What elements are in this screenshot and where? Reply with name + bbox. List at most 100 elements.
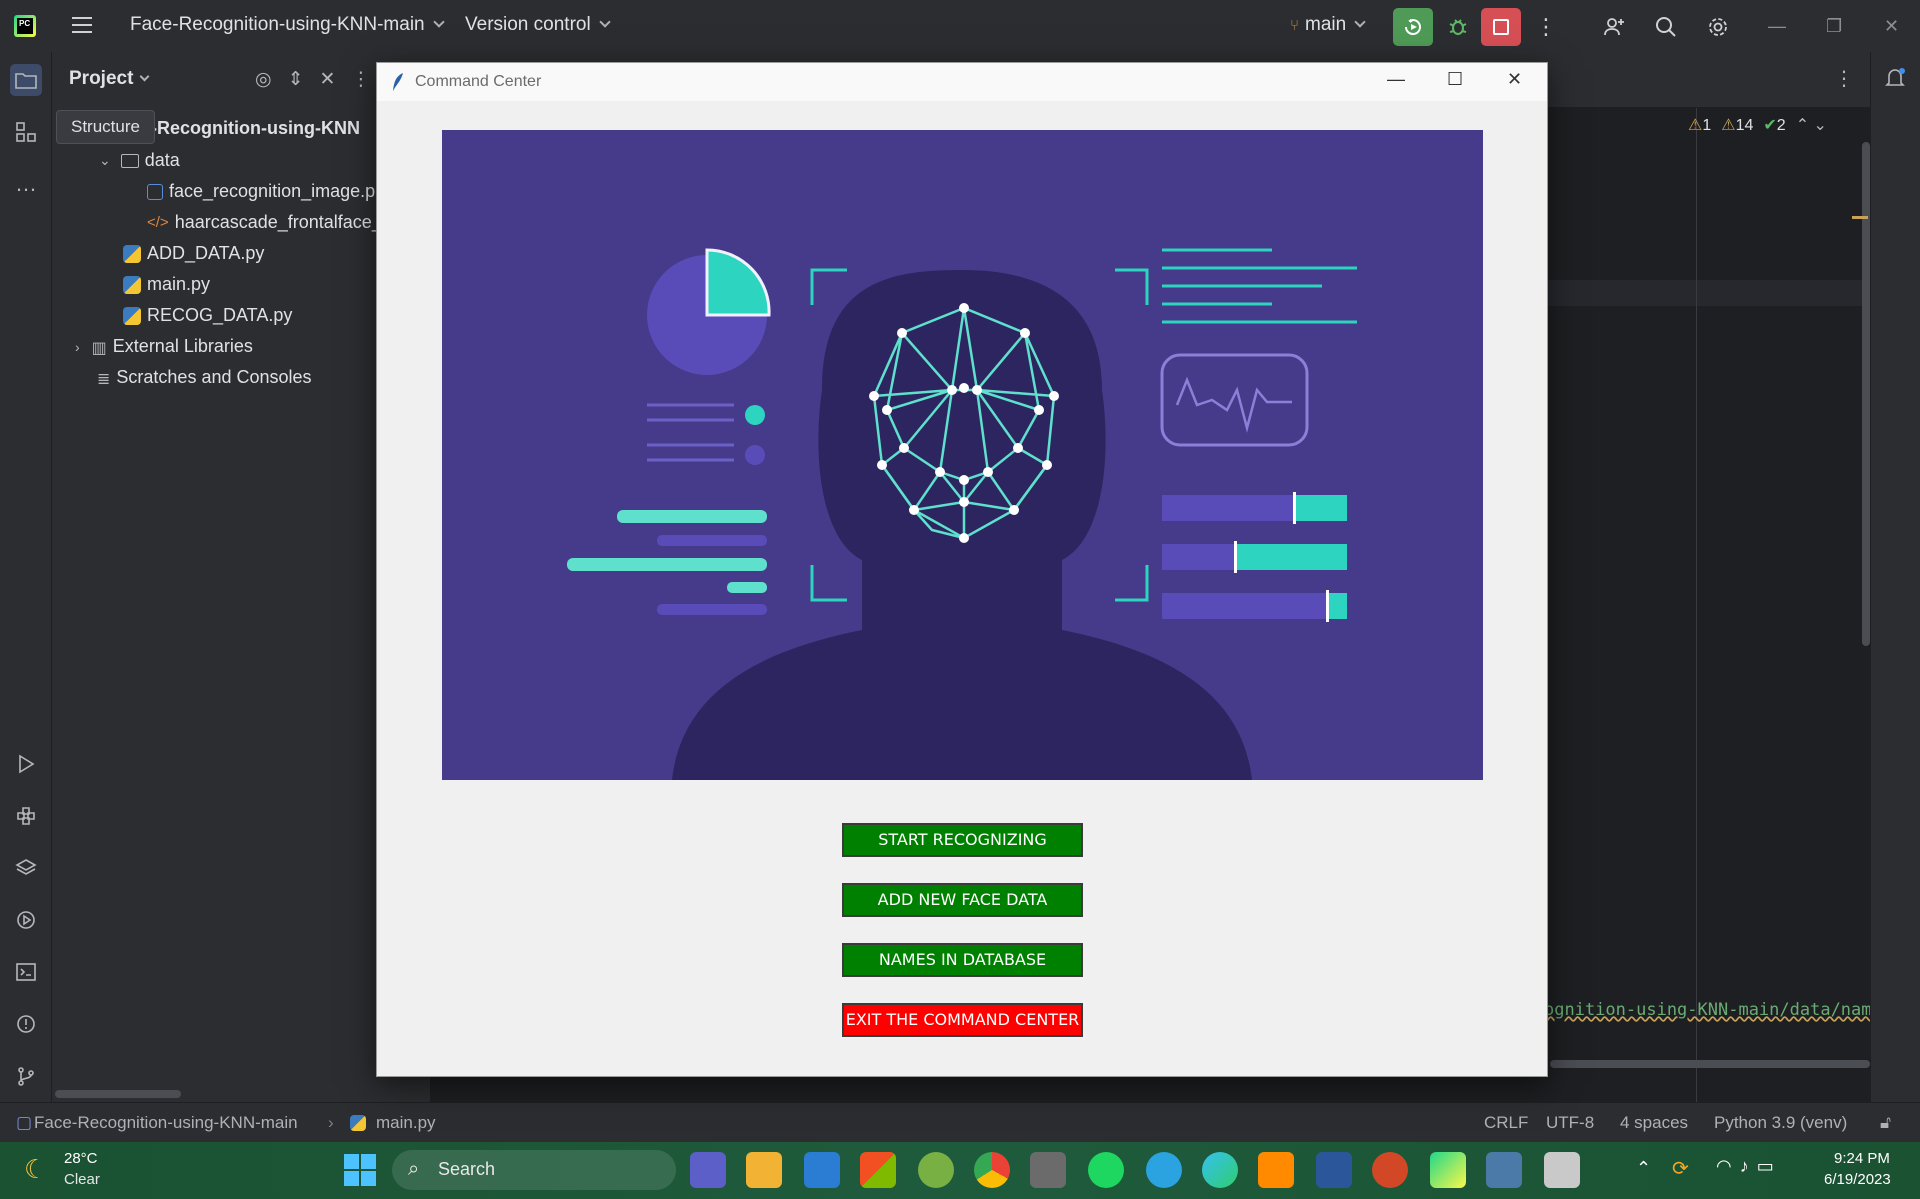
inspection-widget[interactable]: ⚠1 ⚠14 ✔2 ⌃ ⌄ [1688,115,1827,135]
clock-time[interactable]: 9:24 PM [1834,1150,1890,1167]
sync-icon[interactable]: ⟳ [1672,1156,1689,1181]
xml-file-icon: </> [147,213,169,231]
vcs-label: Version control [465,14,591,35]
search-everywhere-button[interactable] [1646,8,1686,46]
more-tools-icon[interactable]: … [12,170,40,198]
telegram-icon[interactable] [1146,1152,1182,1188]
run-icon[interactable] [12,750,40,778]
branch-selector[interactable]: ⑂ main [1290,14,1366,36]
right-margin-guide [1696,108,1697,1108]
clock-date[interactable]: 6/19/2023 [1824,1171,1891,1188]
vcs-menu[interactable]: Version control [465,14,611,36]
indent-setting[interactable]: 4 spaces [1620,1113,1688,1133]
tree-file-xml[interactable]: </> haarcascade_frontalface_ [147,212,382,233]
python-file-icon [123,275,141,294]
tree-file-main[interactable]: main.py [123,274,210,295]
chrome-icon[interactable] [974,1152,1010,1188]
python-interpreter[interactable]: Python 3.9 (venv) [1714,1113,1847,1133]
scratches-icon: ≣ [97,370,111,388]
project-switcher[interactable]: Face-Recognition-using-KNN-main [130,14,445,36]
add-user-button[interactable] [1594,8,1634,46]
project-panel-title[interactable]: Project [69,68,150,90]
word-icon[interactable] [1316,1152,1352,1188]
utorrent-icon[interactable] [918,1152,954,1188]
teams-icon[interactable] [690,1152,726,1188]
layers-icon[interactable] [12,854,40,882]
store-icon[interactable] [860,1152,896,1188]
rerun-button[interactable] [1393,8,1433,46]
tree-root[interactable]: e-Recognition-using-KNN [141,118,360,139]
names-in-database-button[interactable]: NAMES IN DATABASE [842,943,1083,977]
notifications-icon[interactable] [1883,66,1907,95]
structure-icon[interactable] [12,118,40,146]
prev-next-highlight-icons[interactable]: ⌃ ⌄ [1796,115,1827,135]
close-window-icon[interactable]: ✕ [1884,16,1899,37]
start-recognizing-button[interactable]: START RECOGNIZING [842,823,1083,857]
breadcrumb-file[interactable]: main.py [376,1113,436,1133]
more-actions-button[interactable]: ⋮ [1526,8,1566,46]
tree-scratches[interactable]: ≣ Scratches and Consoles [97,367,312,388]
edge-icon[interactable] [1202,1152,1238,1188]
settings-button[interactable] [1698,8,1738,46]
chevron-down-icon [139,71,150,82]
breadcrumb-project[interactable]: Face-Recognition-using-KNN-main [34,1113,298,1133]
services-icon[interactable] [12,906,40,934]
tree-folder-data[interactable]: ⌄ data [99,150,180,171]
line-ending[interactable]: CRLF [1484,1113,1528,1133]
panel-toolbar-icons[interactable]: ◎⇕✕⋮ [255,68,386,91]
taskbar-search[interactable]: ⌕ Search [392,1150,676,1190]
spotify-icon[interactable] [1088,1152,1124,1188]
stop-button[interactable] [1481,8,1521,46]
exit-command-center-button[interactable]: EXIT THE COMMAND CENTER [842,1003,1083,1037]
tree-file-add-data[interactable]: ADD_DATA.py [123,243,264,264]
dialog-close-icon[interactable]: ✕ [1507,69,1522,90]
structure-tooltip: Structure [56,110,155,144]
project-panel: Project ◎⇕✕⋮ e-Recognition-using-KNN ⌄ d… [53,52,429,1102]
warning-stripe-marker[interactable] [1852,216,1868,219]
tk-app-icon[interactable] [1544,1152,1580,1188]
editor-more-icon[interactable]: ⋮ [1834,66,1854,91]
problems-icon[interactable] [12,1010,40,1038]
dialog-minimize-icon[interactable]: — [1387,69,1405,90]
calculator-icon[interactable] [1030,1152,1066,1188]
python-file-icon [123,244,141,263]
terminal-icon[interactable] [12,958,40,986]
project-name: Face-Recognition-using-KNN-main [130,14,425,35]
project-folder-icon[interactable] [10,64,42,96]
system-tray-icons[interactable]: ◠♪▭ [1716,1156,1782,1177]
editor-horizontal-scrollbar[interactable] [1550,1060,1870,1068]
pycharm-taskbar-icon[interactable] [1430,1152,1466,1188]
show-hidden-icons-icon[interactable]: ⌃ [1636,1158,1651,1179]
search-icon: ⌕ [408,1158,420,1180]
mail-icon[interactable] [804,1152,840,1188]
git-icon[interactable] [12,1062,40,1090]
restore-window-icon[interactable]: ❐ [1826,16,1842,37]
sublime-text-icon[interactable] [1258,1152,1294,1188]
file-explorer-icon[interactable] [746,1152,782,1188]
file-encoding[interactable]: UTF-8 [1546,1113,1594,1133]
ok-count: ✔2 [1763,117,1786,134]
python-app-icon[interactable] [1486,1152,1522,1188]
tree-file-image[interactable]: face_recognition_image.p [147,181,375,202]
title-bar: PC Face-Recognition-using-KNN-main Versi… [0,0,1920,52]
horizontal-scrollbar[interactable] [55,1090,181,1098]
python-console-icon[interactable] [12,802,40,830]
weather-desc[interactable]: Clear [64,1171,100,1188]
chevron-down-icon [599,16,611,28]
lock-icon[interactable]: 🔓︎ [1880,1113,1891,1133]
right-tool-strip [1870,52,1920,1102]
python-file-icon [350,1115,366,1131]
minimize-window-icon[interactable]: — [1768,16,1786,37]
powerpoint-icon[interactable] [1372,1152,1408,1188]
weather-temp[interactable]: 28°C [64,1150,98,1167]
branch-icon: ⑂ [1290,17,1300,34]
tree-external-libraries[interactable]: › ▥ External Libraries [75,336,253,357]
tree-file-recog-data[interactable]: RECOG_DATA.py [123,305,292,326]
windows-start-icon[interactable] [344,1154,376,1186]
dialog-maximize-icon[interactable]: ☐ [1447,69,1463,90]
main-menu-icon[interactable] [72,17,92,33]
tool-window-strip: … [0,52,52,1102]
debug-button[interactable] [1438,8,1478,46]
add-new-face-data-button[interactable]: ADD NEW FACE DATA [842,883,1083,917]
dialog-title-bar[interactable]: Command Center — ☐ ✕ [377,63,1547,101]
